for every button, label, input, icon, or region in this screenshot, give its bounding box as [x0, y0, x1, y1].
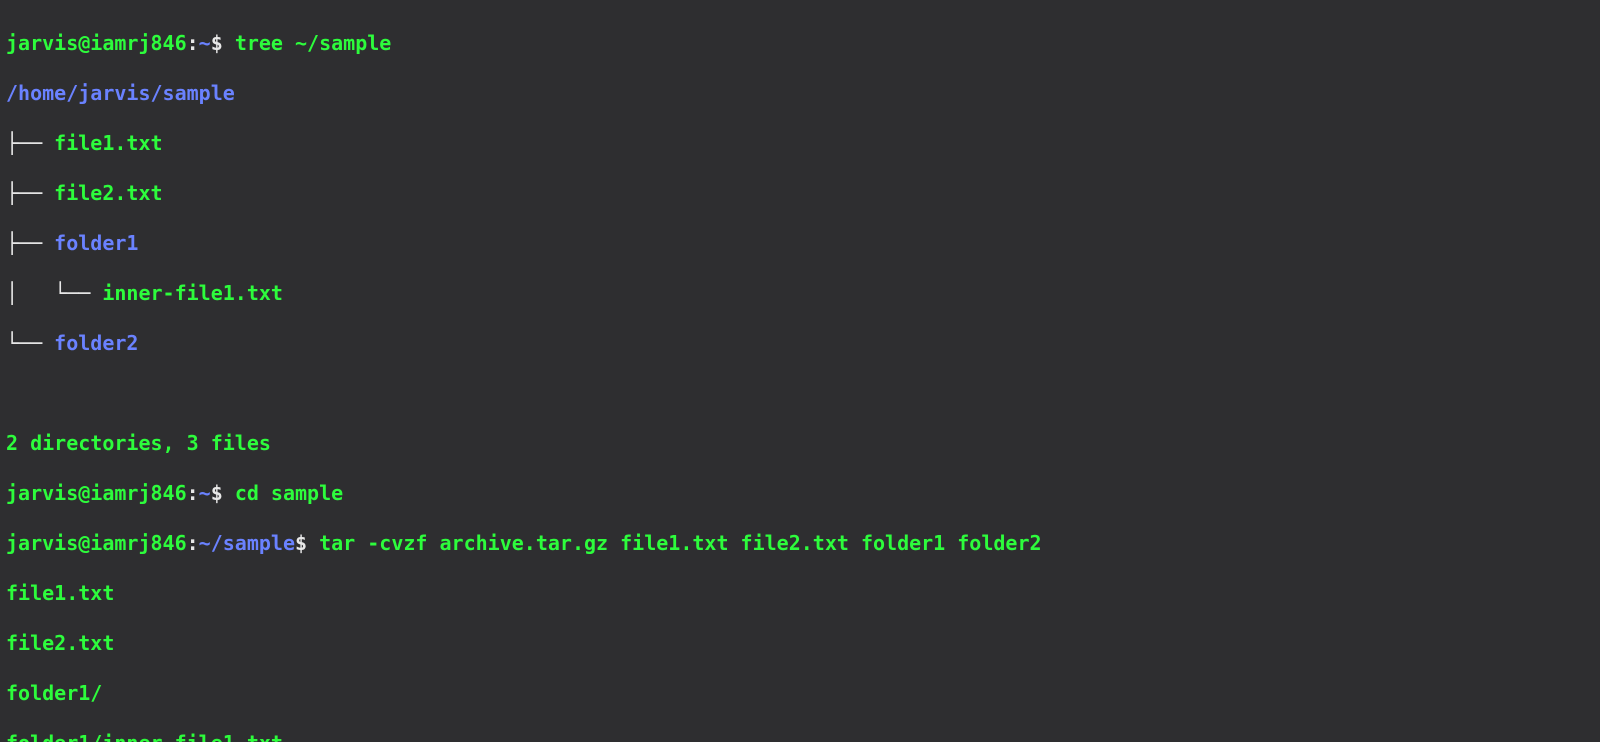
prompt-userhost: jarvis@iamrj846	[6, 481, 187, 505]
prompt-dollar: $	[211, 481, 235, 505]
terminal-window[interactable]: jarvis@iamrj846:~$ tree ~/sample /home/j…	[0, 0, 1600, 742]
prompt-line-1: jarvis@iamrj846:~$ tree ~/sample	[6, 31, 1594, 56]
blank-line	[6, 381, 1594, 406]
tree-entry-file: ├── file2.txt	[6, 181, 1594, 206]
tar-output-line: file1.txt	[6, 581, 1594, 606]
prompt-cwd: ~/sample	[199, 531, 295, 555]
command-text: tar -cvzf archive.tar.gz file1.txt file2…	[319, 531, 1041, 555]
prompt-sep: :	[187, 481, 199, 505]
tree-entry-file: │ └── inner-file1.txt	[6, 281, 1594, 306]
prompt-dollar: $	[295, 531, 319, 555]
prompt-cwd: ~	[199, 31, 211, 55]
tar-output-line: file2.txt	[6, 631, 1594, 656]
tree-summary: 2 directories, 3 files	[6, 431, 1594, 456]
prompt-line-3: jarvis@iamrj846:~/sample$ tar -cvzf arch…	[6, 531, 1594, 556]
tar-output-line: folder1/inner-file1.txt	[6, 731, 1594, 742]
tree-entry-file: ├── file1.txt	[6, 131, 1594, 156]
prompt-sep: :	[187, 531, 199, 555]
tree-root: /home/jarvis/sample	[6, 81, 1594, 106]
prompt-line-2: jarvis@iamrj846:~$ cd sample	[6, 481, 1594, 506]
tar-output-line: folder1/	[6, 681, 1594, 706]
tree-entry-folder: └── folder2	[6, 331, 1594, 356]
command-text: tree ~/sample	[235, 31, 392, 55]
prompt-userhost: jarvis@iamrj846	[6, 531, 187, 555]
prompt-userhost: jarvis@iamrj846	[6, 31, 187, 55]
prompt-dollar: $	[211, 31, 235, 55]
prompt-sep: :	[187, 31, 199, 55]
command-text: cd sample	[235, 481, 343, 505]
tree-entry-folder: ├── folder1	[6, 231, 1594, 256]
prompt-cwd: ~	[199, 481, 211, 505]
